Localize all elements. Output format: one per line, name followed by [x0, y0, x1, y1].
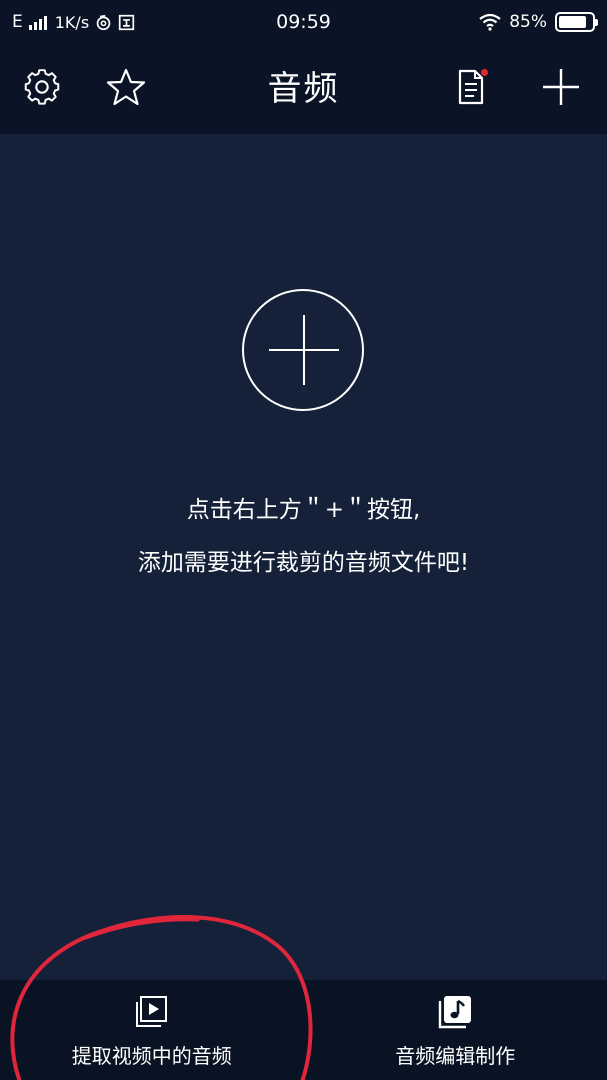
- hint-line-2: 添加需要进行裁剪的音频文件吧!: [137, 550, 470, 576]
- notification-box-icon: [119, 14, 135, 30]
- status-bar: E 1K/s 09:59 85%: [0, 0, 607, 44]
- tab-label-extract: 提取视频中的音频: [71, 1044, 232, 1068]
- favorites-button[interactable]: [105, 66, 147, 108]
- netease-icon: [96, 14, 111, 30]
- document-button[interactable]: [450, 66, 492, 108]
- tab-extract-audio[interactable]: 提取视频中的音频: [0, 980, 304, 1080]
- signal-icon: [28, 14, 47, 30]
- add-file-button[interactable]: [540, 66, 582, 108]
- network-speed: 1K/s: [54, 12, 90, 32]
- page-title: 音频: [267, 69, 340, 109]
- video-play-icon: [135, 996, 167, 1027]
- nav-bar: 音频: [0, 44, 607, 134]
- settings-button[interactable]: [21, 66, 63, 108]
- notification-dot: [481, 69, 488, 76]
- hint-line-1: 点击右上方＂+＂按钮,: [186, 497, 421, 523]
- tab-label-edit: 音频编辑制作: [395, 1044, 516, 1068]
- empty-state: 点击右上方＂+＂按钮, 添加需要进行裁剪的音频文件吧!: [0, 134, 607, 980]
- plus-icon: [543, 69, 579, 105]
- star-icon: [106, 68, 146, 106]
- bottom-tab-bar: 提取视频中的音频 音频编辑制作: [0, 980, 607, 1080]
- app-screen: E 1K/s 09:59 85% 音频 点击右上方＂+＂按钮, 添加需要进行裁剪…: [0, 0, 607, 1080]
- wifi-icon: [479, 13, 501, 31]
- music-note-icon: [439, 996, 472, 1029]
- tab-audio-editing[interactable]: 音频编辑制作: [304, 980, 607, 1080]
- gear-icon: [24, 69, 60, 105]
- battery-percent: 85%: [509, 12, 547, 32]
- status-left: E 1K/s: [12, 12, 135, 32]
- network-type: E: [12, 12, 23, 32]
- add-circle-icon[interactable]: [242, 289, 364, 411]
- battery-fill: [559, 16, 587, 28]
- status-right: 85%: [479, 12, 598, 32]
- battery-icon: [555, 12, 598, 32]
